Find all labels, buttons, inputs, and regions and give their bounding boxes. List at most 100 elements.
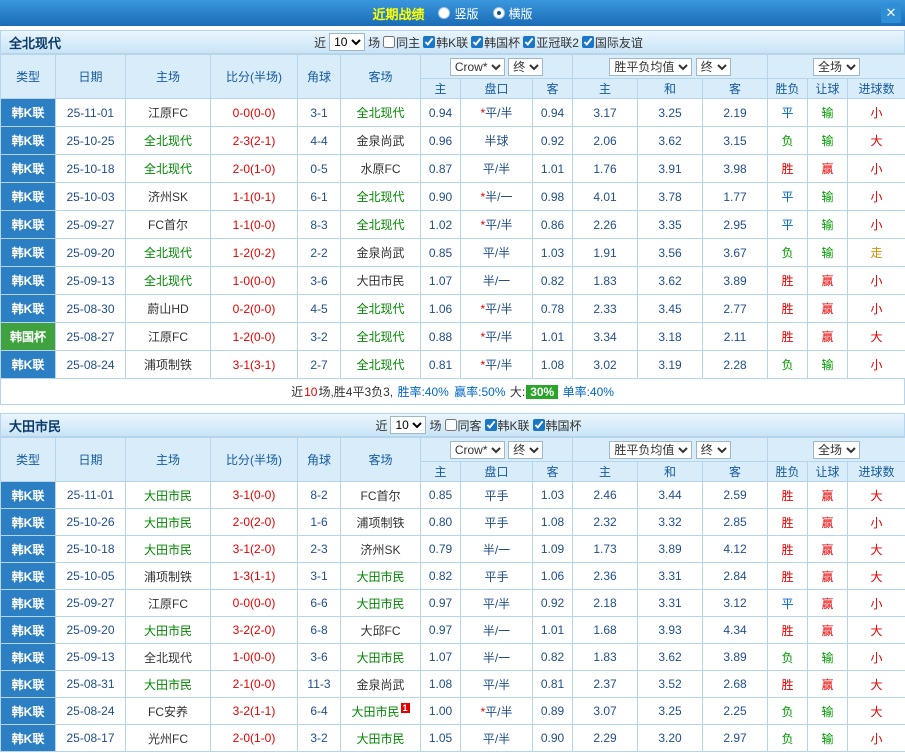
asian-home-odds: 0.82 — [420, 562, 461, 590]
filter-checkbox[interactable]: 同客 — [444, 417, 482, 434]
odds-lose: 3.89 — [702, 266, 769, 295]
odds-lose: 2.85 — [702, 508, 769, 536]
match-score: 2-0(1-0) — [210, 154, 298, 183]
filter-checkbox[interactable]: 亚冠联2 — [523, 34, 579, 51]
match-score: 2-1(0-0) — [210, 670, 298, 698]
home-team: 全北现代 — [125, 643, 211, 671]
result-cell: 胜 — [767, 294, 809, 323]
near-label: 近 — [314, 35, 327, 50]
checkbox-input[interactable] — [581, 36, 594, 48]
match-count-select[interactable]: 10 — [390, 416, 427, 434]
layout-option-vertical[interactable]: 竖版 — [438, 5, 479, 22]
col-asian-away: 客 — [531, 78, 574, 99]
scope-select[interactable]: 全场 — [813, 440, 861, 459]
odds-draw: 3.32 — [637, 508, 704, 536]
layout-option-horizontal[interactable]: 横版 — [492, 5, 533, 22]
odds-lose: 3.15 — [702, 126, 769, 155]
corner-score: 3-6 — [297, 266, 341, 295]
filter-checkbox[interactable]: 韩国杯 — [471, 34, 520, 51]
radio-unselected-icon[interactable] — [438, 7, 451, 19]
odds-draw: 3.89 — [637, 535, 704, 563]
europe-time-select[interactable]: 终 — [695, 440, 731, 459]
team2-name: 大田市民 — [9, 418, 62, 434]
filter-checkbox[interactable]: 韩国杯 — [532, 417, 582, 434]
goals-result-cell: 小 — [847, 154, 905, 183]
checkbox-input[interactable] — [471, 36, 484, 48]
handicap-result-cell: 输 — [807, 98, 849, 127]
corner-score: 4-5 — [297, 294, 341, 323]
checkbox-label: 韩K联 — [436, 35, 469, 50]
home-team: 浦项制铁 — [125, 562, 211, 590]
home-team: 江原FC — [125, 322, 211, 351]
asian-odds-header: Crow* 终 — [419, 437, 574, 462]
result-cell: 胜 — [767, 481, 809, 509]
handicap-result-cell: 赢 — [807, 508, 849, 536]
asian-away-odds: 1.08 — [531, 508, 574, 536]
filter-checkbox[interactable]: 国际友谊 — [581, 34, 643, 51]
odds-company-select[interactable]: Crow* — [449, 440, 505, 459]
handicap-result-cell: 赢 — [807, 670, 849, 698]
close-icon[interactable]: ✕ — [881, 3, 901, 23]
col-score: 比分(半场) — [210, 54, 298, 99]
asian-handicap: *平/半 — [460, 98, 533, 127]
match-score: 1-0(0-0) — [210, 266, 298, 295]
checkbox-input[interactable] — [444, 419, 457, 431]
filter-checkbox[interactable]: 韩K联 — [484, 417, 530, 434]
checkbox-label: 同主 — [396, 35, 421, 50]
europe-odds-select[interactable]: 胜平负均值 — [609, 440, 693, 459]
europe-time-select[interactable]: 终 — [695, 57, 731, 76]
handicap-text: 平手 — [484, 569, 509, 584]
league-type-cell: 韩K联 — [0, 266, 56, 295]
checkbox-input[interactable] — [423, 36, 436, 48]
league-type-cell: 韩K联 — [0, 697, 56, 725]
checkbox-input[interactable] — [532, 419, 545, 431]
asian-away-odds: 0.81 — [531, 670, 574, 698]
away-team: 全北现代 — [340, 294, 421, 323]
checkbox-input[interactable] — [383, 36, 396, 48]
col-type: 类型 — [0, 54, 56, 99]
home-team: FC首尔 — [125, 210, 211, 239]
match-row: 韩K联 25-08-31 大田市民 2-1(0-0) 11-3 金泉尚武 1.08 平/半 0.… — [0, 670, 905, 698]
radio-selected-icon[interactable] — [492, 7, 505, 19]
odds-draw: 3.25 — [637, 697, 704, 725]
asian-away-odds: 1.01 — [531, 616, 574, 644]
goals-result-cell: 大 — [847, 481, 905, 509]
match-row: 韩K联 25-08-30 蔚山HD 0-2(0-0) 4-5 全北现代 1.06 *平/半 0.… — [0, 294, 905, 323]
section-header-team2: 大田市民 近 10 场同客 韩K联 韩国杯 — [0, 413, 905, 437]
asian-handicap: *平/半 — [460, 322, 533, 351]
match-score: 3-1(2-0) — [210, 535, 298, 563]
match-score: 1-1(0-0) — [210, 210, 298, 239]
checkbox-input[interactable] — [523, 36, 536, 48]
match-row: 韩K联 25-11-01 大田市民 3-1(0-0) 8-2 FC首尔 0.85 平手 1.03… — [0, 481, 905, 509]
match-date: 25-11-01 — [55, 481, 126, 509]
league-type-cell: 韩K联 — [0, 616, 56, 644]
summary-segment: 场,胜4平3负3, — [318, 385, 397, 399]
asian-away-odds: 0.82 — [531, 266, 574, 295]
asian-home-odds: 1.05 — [420, 724, 461, 752]
away-team: 金泉尚武 — [340, 670, 421, 698]
asian-handicap: 半球 — [460, 126, 533, 155]
away-team: FC首尔 — [340, 481, 421, 509]
asian-time-select[interactable]: 终 — [508, 440, 544, 459]
match-date: 25-09-20 — [55, 616, 126, 644]
filter-checkbox[interactable]: 韩K联 — [423, 34, 468, 51]
match-score: 2-0(2-0) — [210, 508, 298, 536]
odds-company-select[interactable]: Crow* — [449, 57, 505, 76]
match-score: 1-2(0-2) — [210, 238, 298, 267]
team2-filters: 近 10 场同客 韩K联 韩国杯 — [375, 416, 582, 434]
odds-win: 1.68 — [572, 616, 639, 644]
matches-table-team2: 类型 日期 主场 比分(半场) 角球 客场 Crow* 终 胜平负均值 终 全场… — [0, 437, 905, 752]
asian-time-select[interactable]: 终 — [508, 57, 544, 76]
league-type-cell: 韩K联 — [0, 724, 56, 752]
odds-lose: 2.95 — [702, 210, 769, 239]
scope-select[interactable]: 全场 — [813, 57, 861, 76]
match-date: 25-09-13 — [55, 266, 126, 295]
europe-odds-select[interactable]: 胜平负均值 — [609, 57, 693, 76]
filter-checkbox[interactable]: 同主 — [383, 34, 420, 51]
odds-win: 1.83 — [572, 266, 639, 295]
checkbox-input[interactable] — [484, 419, 497, 431]
match-count-select[interactable]: 10 — [329, 33, 366, 51]
asian-home-odds: 0.87 — [420, 154, 461, 183]
result-cell: 胜 — [767, 154, 809, 183]
page-title: 近期战绩 — [372, 6, 425, 22]
